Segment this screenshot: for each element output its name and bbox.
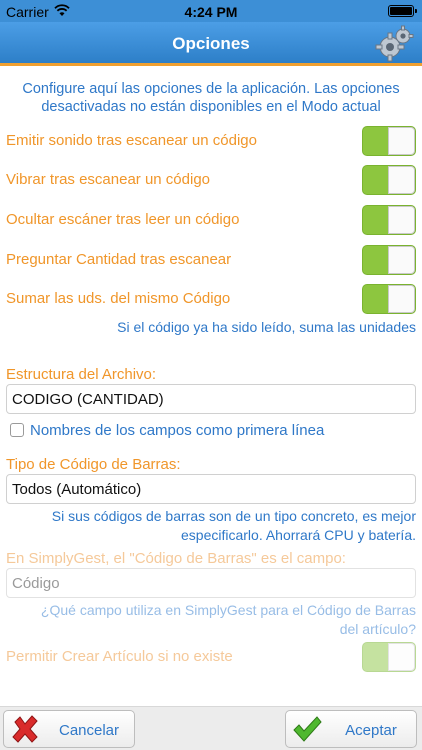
toggle-knob: [388, 206, 415, 234]
option-label-sum-units: Sumar las uds. del mismo Código: [6, 290, 231, 307]
barcode-type-hint-2: especificarlo. Ahorrará CPU y batería.: [181, 527, 416, 543]
sum-units-hint: Si el código ya ha sido leído, suma las …: [117, 319, 416, 335]
sum-units-toggle[interactable]: [362, 284, 416, 314]
barcode-type-label: Tipo de Código de Barras:: [6, 456, 181, 473]
option-row-vibrate: Vibrar tras escanear un código: [0, 163, 422, 199]
cancel-x-icon: [12, 715, 38, 743]
option-label-vibrate: Vibrar tras escanear un código: [6, 171, 211, 188]
simplygest-field-hint-1: ¿Qué campo utiliza en SimplyGest para el…: [40, 602, 416, 618]
accept-button-label: Aceptar: [345, 722, 397, 739]
option-label-ask-quantity: Preguntar Cantidad tras escanear: [6, 251, 232, 268]
vibrate-toggle[interactable]: [362, 165, 416, 195]
cancel-button-label: Cancelar: [58, 722, 120, 739]
clock: 4:24 PM: [184, 4, 238, 20]
ask-quantity-toggle[interactable]: [362, 245, 416, 275]
file-structure-field[interactable]: CODIGO (CANTIDAD): [6, 384, 416, 414]
option-row-sound: Emitir sonido tras escanear un código: [0, 124, 422, 160]
sound-toggle[interactable]: [362, 126, 416, 156]
toggle-knob: [388, 285, 415, 313]
option-row-create-article: Permitir Crear Artículo si no existe: [0, 640, 422, 676]
field-names-checkbox-label: Nombres de los campos como primera línea: [30, 422, 325, 439]
status-bar: Carrier 4:24 PM: [0, 0, 422, 22]
accept-button[interactable]: Aceptar: [285, 710, 417, 748]
option-row-ask-quantity: Preguntar Cantidad tras escanear: [0, 243, 422, 279]
simplygest-field-input[interactable]: Código: [6, 568, 416, 598]
option-label-hide-scanner: Ocultar escáner tras leer un código: [6, 211, 240, 228]
simplygest-field-label: En SimplyGest, el "Código de Barras" es …: [6, 550, 346, 567]
option-row-sum-units: Sumar las uds. del mismo Código: [0, 282, 422, 318]
field-names-checkbox[interactable]: [10, 423, 24, 437]
page-title: Opciones: [172, 34, 250, 53]
barcode-type-select[interactable]: Todos (Automático): [6, 474, 416, 504]
nav-bar: Opciones: [0, 22, 422, 66]
create-article-toggle[interactable]: [362, 642, 416, 672]
simplygest-field-hint-2: del artículo?: [339, 621, 416, 637]
hide-scanner-toggle[interactable]: [362, 205, 416, 235]
gears-icon[interactable]: [374, 25, 414, 65]
bottom-toolbar: Cancelar Aceptar: [0, 706, 422, 750]
battery-icon: [388, 5, 417, 17]
option-label-sound: Emitir sonido tras escanear un código: [6, 132, 257, 149]
option-row-hide-scanner: Ocultar escáner tras leer un código: [0, 203, 422, 239]
toggle-knob: [388, 127, 415, 155]
checkmark-icon: [293, 716, 322, 742]
option-label-create-article: Permitir Crear Artículo si no existe: [6, 648, 233, 665]
toggle-knob: [388, 246, 415, 274]
cancel-button[interactable]: Cancelar: [3, 710, 135, 748]
file-structure-label: Estructura del Archivo:: [6, 366, 157, 383]
intro-text: Configure aquí las opciones de la aplica…: [22, 81, 400, 115]
toggle-knob: [388, 166, 415, 194]
toggle-knob: [388, 643, 415, 671]
barcode-type-hint-1: Si sus códigos de barras son de un tipo …: [51, 508, 416, 524]
